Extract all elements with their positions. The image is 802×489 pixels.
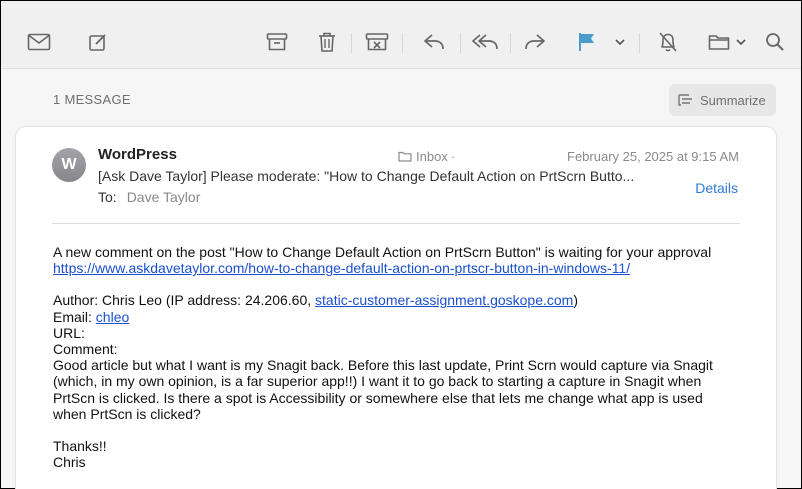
message-count: 1 MESSAGE (53, 92, 131, 107)
message-card: W WordPress Inbox · February 25, 2025 at … (16, 127, 776, 489)
author-host-link[interactable]: static-customer-assignment.goskope.com (315, 292, 573, 308)
to-label: To: (98, 189, 117, 205)
details-link[interactable]: Details (695, 180, 738, 196)
body-intro: A new comment on the post "How to Change… (53, 244, 712, 260)
summarize-icon (678, 94, 692, 106)
summarize-label: Summarize (700, 92, 766, 108)
message-body: A new comment on the post "How to Change… (53, 244, 753, 470)
forward-icon[interactable] (523, 23, 547, 61)
reply-icon[interactable] (422, 23, 446, 61)
comment-line: Good article but what I want is my Snagi… (53, 357, 713, 374)
folder-icon (398, 151, 412, 162)
comment-line: (which, in my own opinion, is a far supe… (53, 373, 702, 390)
message-pane: 1 MESSAGE Summarize W WordPress Inbox · F… (1, 70, 801, 489)
chevron-down-icon[interactable] (613, 23, 627, 61)
author-line: Author: Chris Leo (IP address: 24.206.60… (53, 292, 753, 308)
email-label: Email: (53, 308, 96, 325)
avatar: W (52, 148, 86, 182)
mailbox-label[interactable]: Inbox · (398, 149, 455, 164)
reply-all-icon[interactable] (471, 23, 499, 61)
message-subject: [Ask Dave Taylor] Please moderate: "How … (98, 168, 635, 184)
toolbar (1, 1, 801, 69)
junk-icon[interactable] (364, 23, 390, 61)
sender-name[interactable]: WordPress (98, 146, 177, 163)
comment-line: PrtScn is clicked. Is there a spot is Ac… (53, 389, 703, 406)
trash-icon[interactable] (315, 23, 339, 61)
mailbox-name: Inbox (416, 149, 448, 164)
message-date: February 25, 2025 at 9:15 AM (567, 149, 739, 164)
post-link[interactable]: https://www.askdavetaylor.com/how-to-cha… (53, 260, 630, 276)
author-suffix: ) (573, 292, 579, 309)
chevron-down-icon[interactable] (734, 23, 748, 61)
email-line: Email: chleo (53, 309, 753, 325)
signature: Chris (53, 454, 86, 471)
search-icon[interactable] (764, 23, 786, 61)
mute-bell-icon[interactable] (657, 23, 679, 61)
compose-icon[interactable] (86, 23, 110, 61)
to-row: To: Dave Taylor (98, 189, 200, 205)
author-prefix: Author: Chris Leo (IP address: 24.206.60… (53, 292, 316, 309)
envelope-icon[interactable] (25, 23, 53, 61)
header-divider (52, 223, 740, 224)
email-link[interactable]: chleo (96, 309, 129, 325)
summarize-button[interactable]: Summarize (669, 84, 776, 116)
url-label: URL: (53, 324, 85, 341)
comment-line: when PrtScn is clicked? (53, 405, 201, 422)
recipient-name[interactable]: Dave Taylor (127, 189, 201, 205)
folder-icon[interactable] (707, 23, 731, 61)
comment-label: Comment: (53, 341, 118, 358)
flag-icon[interactable] (576, 23, 598, 61)
signoff: Thanks!! (53, 438, 107, 455)
archive-icon[interactable] (265, 23, 289, 61)
